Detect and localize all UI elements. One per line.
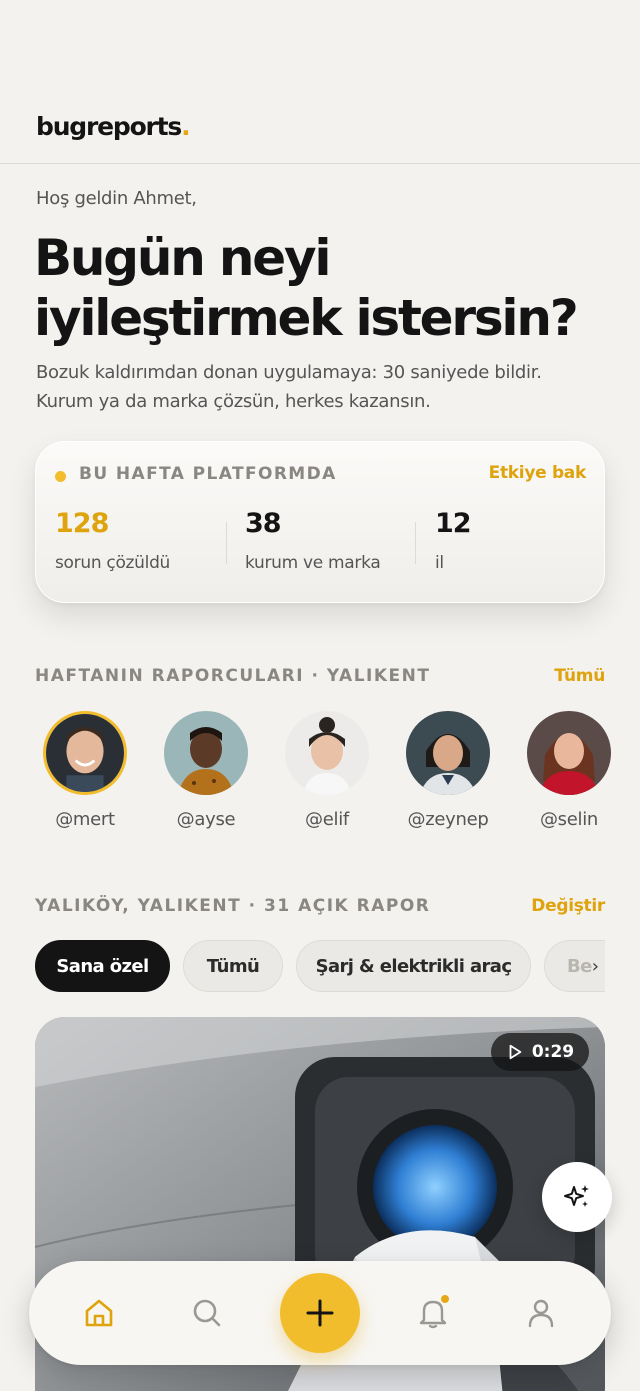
- video-duration: 0:29: [531, 1042, 575, 1062]
- reporters-section-header: HAFTANIN RAPORCULARI · YALIKENT Tümü: [35, 666, 605, 690]
- sparkles-icon: [564, 1185, 589, 1207]
- change-location-link[interactable]: Değiştir: [531, 896, 605, 916]
- stat-divider: [226, 522, 227, 564]
- reporter-item[interactable]: @mert: [35, 709, 135, 830]
- weekly-stats-card: BU HAFTA PLATFORMDA Etkiye bak 128 sorun…: [35, 441, 605, 603]
- see-impact-link[interactable]: Etkiye bak: [489, 463, 587, 483]
- reporter-item[interactable]: @ayse: [156, 709, 256, 830]
- play-icon: [509, 1044, 522, 1060]
- chevron-right-icon[interactable]: ›: [592, 956, 599, 977]
- filter-chips: Sana özel Tümü Şarj & elektrikli araç Be…: [35, 940, 605, 994]
- reporter-handle: @mert: [55, 809, 115, 830]
- home-icon: [85, 1299, 113, 1327]
- logo-text: bugreports: [36, 112, 182, 141]
- stat-value: 12: [435, 508, 472, 539]
- greeting-text: Hoş geldin Ahmet,: [36, 188, 197, 209]
- bottom-nav: [29, 1261, 611, 1365]
- reporter-item[interactable]: @selin: [519, 709, 619, 830]
- avatar[interactable]: [285, 711, 369, 795]
- page-headline: Bugün neyi iyileştirmek istersin?: [34, 228, 614, 348]
- avatar[interactable]: [43, 711, 127, 795]
- reporters-title: HAFTANIN RAPORCULARI · YALIKENT: [35, 666, 431, 686]
- stat-resolved: 128 sorun çözüldü: [55, 508, 225, 573]
- reporter-item[interactable]: @elif: [277, 709, 377, 830]
- reporter-handle: @elif: [305, 809, 349, 830]
- new-report-button[interactable]: [280, 1273, 360, 1353]
- headline-line-1: Bugün neyi: [34, 229, 332, 287]
- add-icon: [306, 1299, 334, 1327]
- notification-badge: [439, 1293, 451, 1305]
- headline-line-2: iyileştirmek istersin?: [34, 289, 579, 347]
- chip-for-you[interactable]: Sana özel: [35, 940, 170, 992]
- reporter-handle: @selin: [539, 809, 599, 830]
- reporter-item[interactable]: @zeynep: [398, 709, 498, 830]
- profile-icon: [528, 1299, 554, 1328]
- nav-search[interactable]: [187, 1293, 227, 1333]
- chip-charging-ev[interactable]: Şarj & elektrikli araç: [296, 940, 531, 992]
- avatar[interactable]: [406, 711, 490, 795]
- feed-section-header: YALIKÖY, YALIKENT · 31 AÇIK RAPOR Değişt…: [35, 896, 605, 920]
- stat-label: sorun çözüldü: [55, 553, 171, 573]
- page-subtitle: Bozuk kaldırımdan donan uygulamaya: 30 s…: [36, 358, 616, 416]
- avatar[interactable]: [527, 711, 611, 795]
- feed-title: YALIKÖY, YALIKENT · 31 AÇIK RAPOR: [35, 896, 431, 916]
- video-duration-badge: 0:29: [491, 1033, 589, 1071]
- chip-all[interactable]: Tümü: [183, 940, 283, 992]
- reporters-list: @mert @ayse @elif @zeynep @selin: [35, 709, 640, 839]
- reporters-all-link[interactable]: Tümü: [554, 666, 605, 686]
- subtitle-line-2: Kurum ya da marka çözsün, herkes kazansı…: [36, 391, 431, 412]
- ai-assist-button[interactable]: [542, 1162, 612, 1232]
- stat-value: 38: [245, 508, 282, 539]
- stat-organizations: 38 kurum ve marka: [245, 508, 415, 573]
- stat-cities: 12 il: [435, 508, 605, 573]
- reporter-handle: @ayse: [176, 809, 236, 830]
- search-icon: [193, 1299, 221, 1327]
- nav-home[interactable]: [79, 1293, 119, 1333]
- logo[interactable]: bugreports.: [36, 112, 191, 141]
- top-bar: bugreports.: [0, 0, 640, 164]
- logo-dot: .: [181, 112, 191, 141]
- live-dot-icon: [55, 471, 66, 482]
- stat-label: kurum ve marka: [245, 553, 381, 573]
- stat-label: il: [435, 553, 444, 573]
- nav-profile[interactable]: [521, 1293, 561, 1333]
- stat-divider: [415, 522, 416, 564]
- avatar[interactable]: [164, 711, 248, 795]
- reporter-handle: @zeynep: [407, 809, 489, 830]
- stat-value: 128: [55, 508, 109, 539]
- stats-label: BU HAFTA PLATFORMDA: [79, 464, 337, 484]
- nav-notifications[interactable]: [413, 1293, 453, 1333]
- subtitle-line-1: Bozuk kaldırımdan donan uygulamaya: 30 s…: [36, 362, 542, 383]
